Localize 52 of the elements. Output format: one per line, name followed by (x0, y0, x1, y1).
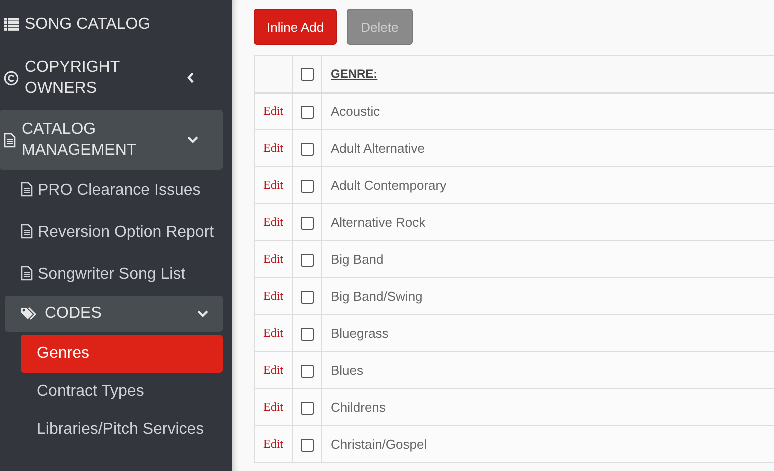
sidebar-link[interactable]: Songwriter Song List (0, 254, 232, 296)
column-header[interactable]: GENRE: (331, 67, 378, 82)
sidebar-item[interactable]: CODES (5, 296, 223, 332)
edit-link[interactable]: Edit (264, 400, 284, 414)
chevron-down-icon (187, 136, 199, 144)
select-all-checkbox[interactable] (300, 68, 314, 82)
table-cell: Acoustic (331, 104, 380, 119)
edit-link[interactable]: Edit (264, 252, 284, 266)
table-cell: Adult Contemporary (331, 178, 447, 192)
document-icon (21, 182, 33, 197)
table-cell: Christain/Gospel (331, 436, 428, 452)
list-icon (4, 18, 19, 31)
edit-link[interactable]: Edit (264, 363, 284, 377)
row-checkbox[interactable] (300, 290, 314, 304)
add-button[interactable]: Inline Add (254, 9, 338, 45)
row-checkbox[interactable] (300, 364, 314, 378)
sidebar-item[interactable]: SONG CATALOG (0, 3, 223, 46)
table-cell: Blues (331, 362, 364, 378)
copyright-icon (4, 70, 19, 86)
chevron-left-icon (187, 72, 195, 84)
document-icon (21, 224, 33, 239)
edit-link[interactable]: Edit (264, 326, 284, 340)
row-checkbox[interactable] (300, 180, 314, 193)
row-checkbox[interactable] (300, 402, 314, 415)
edit-link[interactable]: Edit (264, 178, 284, 192)
table-cell: Big Band (331, 252, 384, 266)
edit-link[interactable]: Edit (264, 437, 284, 451)
row-checkbox[interactable] (300, 438, 314, 452)
row-checkbox[interactable] (300, 142, 314, 156)
edit-link[interactable]: Edit (264, 215, 284, 229)
document-icon (21, 266, 33, 281)
edit-link[interactable]: Edit (264, 141, 284, 155)
row-checkbox[interactable] (300, 328, 314, 341)
sidebar-item[interactable]: CATALOG MANAGEMENT (0, 110, 223, 170)
table-cell: Big Band/Swing (331, 288, 423, 304)
document-icon (4, 132, 16, 148)
sidebar-link[interactable]: Genres (21, 335, 223, 373)
row-checkbox[interactable] (300, 106, 314, 119)
sidebar-item[interactable]: COPYRIGHT OWNERS (0, 46, 223, 110)
table-cell: Bluegrass (331, 326, 389, 340)
sidebar-link[interactable]: Contract Types (21, 373, 223, 411)
table-cell: Adult Alternative (331, 140, 425, 156)
sidebar-link[interactable]: Libraries/Pitch Services (21, 411, 223, 449)
row-checkbox[interactable] (300, 216, 314, 230)
tag-icon (21, 307, 39, 321)
row-checkbox[interactable] (300, 254, 314, 267)
sidebar-link[interactable]: Reversion Option Report (0, 212, 232, 254)
table-cell: Childrens (331, 400, 386, 414)
edit-link[interactable]: Edit (264, 289, 284, 303)
chevron-down-icon (197, 310, 209, 318)
table-cell: Alternative Rock (331, 214, 426, 230)
sidebar-link[interactable]: PRO Clearance Issues (0, 170, 232, 212)
